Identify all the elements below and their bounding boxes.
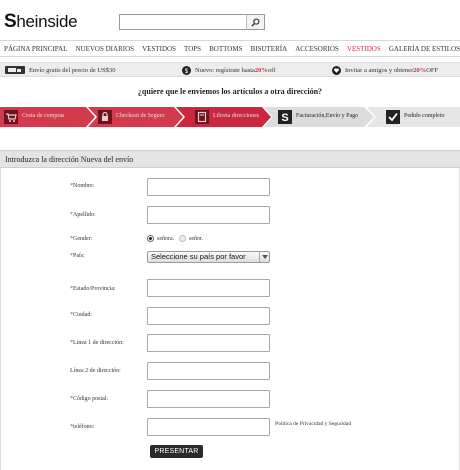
search-button[interactable] [246,15,264,29]
linea1-field[interactable] [147,334,270,352]
step-label-billing: Facturación,Envío y Pago [296,113,359,119]
step-label-address: Libreta direcciones [213,113,260,119]
promo-register[interactable]: $ Nuevo: regístrate hasta 20% off [182,66,275,75]
label-estado: *Estado/Provincia: [70,286,116,292]
site-logo[interactable]: Sheinside [4,11,78,33]
promo-register-suffix: off [267,67,276,74]
label-codigo: *Código postal: [70,396,109,402]
nav-item-accessories[interactable]: ACCESORIOS [295,45,339,53]
nav-item-style-gallery[interactable]: GALERÍA DE ESTILOS [389,45,460,53]
promo-invite[interactable]: Invitar a amigos y obtener 20% OFF [332,66,438,75]
nav-item-home[interactable]: PÁGINA PRINCIPAL [4,45,67,53]
promo-register-highlight: 20% [254,67,268,74]
main-nav: PÁGINA PRINCIPAL NUEVOS DIARIOS VESTIDOS… [0,40,460,57]
gender-option-senora: señora. [157,236,175,242]
label-nombre: *Nombre: [70,183,95,189]
dollar-step-icon: S [278,110,292,124]
step-label-cart: Cesta de compras [22,113,65,119]
label-apellido: *Apellido: [70,212,96,218]
label-gender: *Gender: [70,236,93,242]
apellido-field[interactable] [147,206,270,224]
step-label-checkout: Checkout de Seguro [116,113,165,119]
country-select-value: Seleccione su país por favor [151,252,246,261]
nav-item-bottoms[interactable]: BOTTOMS [209,45,242,53]
ciudad-field[interactable] [147,307,270,325]
svg-text:$: $ [185,68,189,75]
search-icon [251,17,260,27]
submit-button[interactable]: PRESENTAR [150,445,203,458]
label-linea1: *Línea 1 de dirección: [70,340,124,346]
gender-radio-senor[interactable] [179,235,186,242]
promo-invite-suffix: OFF [426,67,439,74]
nav-item-dresses[interactable]: VESTIDOS [142,45,176,53]
telefono-field[interactable] [147,418,270,436]
privacy-link[interactable]: Política de Privacidad y Seguridad [275,421,351,427]
chevron-down-icon [259,252,269,262]
search-box [119,14,265,30]
step-label-complete: Pedido completo [404,113,445,119]
label-pais: *País: [70,253,85,259]
checkout-steps: S Cesta de compras Checkout de Seguro Li… [0,107,460,127]
estado-field[interactable] [147,279,270,297]
check-icon [386,110,400,124]
linea2-field[interactable] [147,362,270,380]
promo-shipping-text: Envío gratis del precio de US$30 [29,66,116,74]
country-select[interactable]: Seleccione su país por favor [147,251,270,263]
label-linea2: Línea 2 de dirección: [70,368,121,374]
promo-bar: Envío gratis del precio de US$30 $ Nuevo… [0,62,460,77]
promo-invite-text: Invitar a amigos y obtener [345,67,414,74]
gender-radio-senora[interactable] [147,235,154,242]
site-header: Sheinside [0,0,460,40]
nav-item-tops[interactable]: TOPS [184,45,201,53]
nav-item-dresses-highlight[interactable]: VESTIDOS [347,45,381,53]
alternate-address-question[interactable]: ¿quiere que le enviemos los artículos a … [0,87,460,96]
svg-text:S: S [281,112,288,124]
logo-text: heinside [16,12,78,31]
codigo-field[interactable] [147,390,270,408]
promo-invite-highlight: 20% [413,67,427,74]
nav-item-jewelry[interactable]: BISUTERÍA [251,45,288,53]
heart-icon [332,66,341,75]
label-ciudad: *Ciudad: [70,312,92,318]
label-telefono: *teléfono: [70,424,95,430]
nav-item-new-daily[interactable]: NUEVOS DIARIOS [75,45,134,53]
promo-shipping[interactable]: Envío gratis del precio de US$30 [5,66,115,74]
truck-icon [5,66,25,74]
lock-icon [98,110,112,124]
logo-s: S [4,11,17,32]
page-title: Introduzca la dirección Nueva del envío [5,155,134,164]
book-icon [195,110,209,124]
dollar-icon: $ [182,66,191,75]
cart-icon [4,110,18,124]
gender-option-senor: señor. [189,236,204,242]
section-header: Introduzca la dirección Nueva del envío [0,150,460,168]
promo-register-text: Nuevo: regístrate hasta [195,67,255,74]
search-input[interactable] [122,16,244,28]
nombre-field[interactable] [147,178,270,196]
